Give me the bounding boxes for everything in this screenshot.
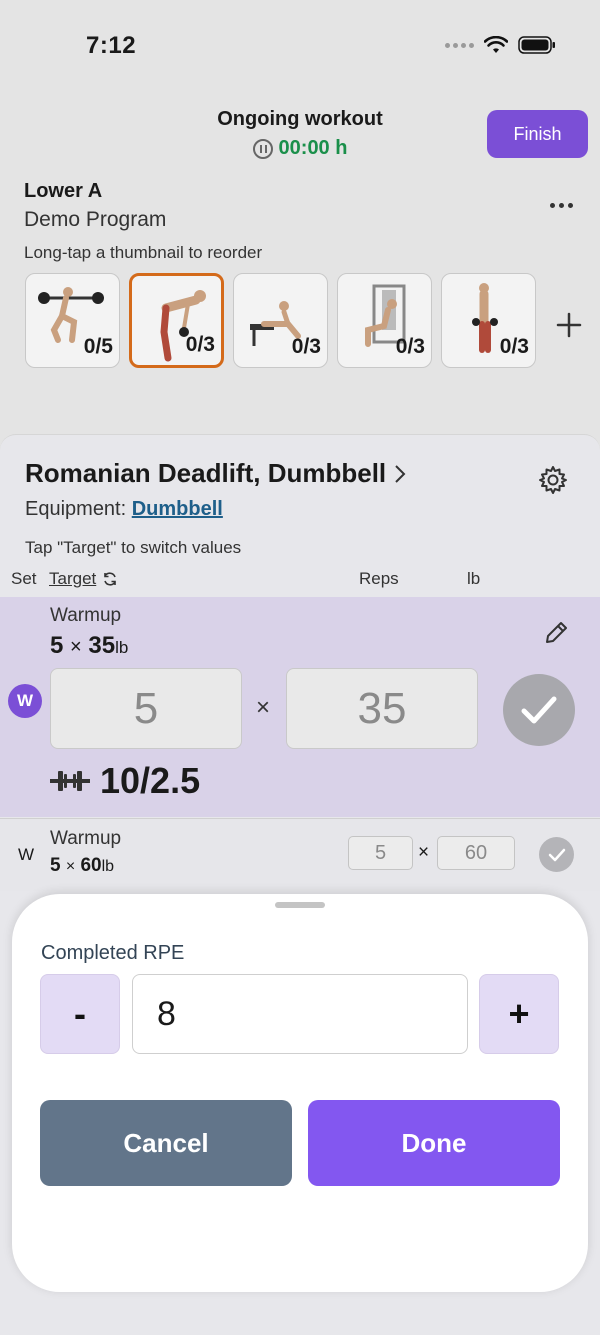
thumbnail-progress: 0/3 — [499, 335, 529, 358]
exercise-thumbnails: 0/5 0/3 0/3 0/3 0/3 — [25, 273, 536, 368]
more-options-icon[interactable] — [550, 203, 573, 208]
complete-set-button[interactable] — [503, 674, 575, 746]
times-sign: × — [418, 842, 430, 863]
exercise-thumbnail[interactable]: 0/3 — [337, 273, 432, 368]
target-hint: Tap "Target" to switch values — [25, 538, 242, 557]
plus-icon — [556, 312, 582, 338]
refresh-icon — [104, 572, 117, 586]
pencil-icon — [546, 622, 567, 643]
plates-value: 10/2.5 — [100, 760, 201, 801]
exercise-thumbnail-selected[interactable]: 0/3 — [129, 273, 224, 368]
rpe-increment-button[interactable]: + — [479, 974, 559, 1054]
equipment-line: Equipment: Dumbbell — [25, 498, 223, 521]
checkmark-icon — [548, 848, 565, 861]
timer-value: 00:00 h — [278, 137, 348, 159]
set-type-label[interactable]: W — [18, 845, 34, 865]
chevron-right-icon — [395, 464, 406, 483]
thumbnail-progress: 0/3 — [395, 335, 425, 358]
set-label: Warmup — [50, 605, 122, 626]
rpe-decrement-button[interactable]: - — [40, 974, 120, 1054]
rpe-input[interactable]: 8 — [132, 974, 468, 1054]
exercise-settings-button[interactable] — [538, 465, 568, 500]
dumbbell-icon — [50, 771, 90, 791]
exercise-title[interactable]: Romanian Deadlift, Dumbbell — [25, 458, 406, 489]
column-set: Set — [11, 569, 37, 588]
set-label: Warmup — [50, 828, 122, 849]
equipment-link[interactable]: Dumbbell — [132, 498, 223, 520]
done-button[interactable]: Done — [308, 1100, 560, 1186]
exercise-name: Romanian Deadlift, Dumbbell — [25, 458, 387, 488]
add-exercise-button[interactable] — [556, 312, 582, 346]
thumbnail-progress: 0/5 — [83, 335, 113, 358]
exercise-thumbnail[interactable]: 0/3 — [233, 273, 328, 368]
wifi-icon — [484, 36, 508, 53]
column-target: Target — [49, 569, 97, 588]
plate-calculator[interactable]: 10/2.5 — [50, 760, 200, 802]
exercise-thumbnail[interactable]: 0/5 — [25, 273, 120, 368]
edit-set-button[interactable] — [543, 620, 569, 651]
complete-set-button[interactable] — [539, 837, 574, 872]
set-type-badge[interactable]: W — [8, 684, 42, 718]
checkmark-icon — [521, 696, 557, 724]
column-weight: lb — [467, 569, 481, 588]
cellular-icon — [445, 42, 474, 48]
set-target: 5 × 60lb — [50, 855, 115, 876]
battery-icon — [518, 36, 555, 54]
reps-input[interactable]: 5 — [348, 836, 413, 870]
status-time: 7:12 — [86, 32, 137, 59]
program-name: Demo Program — [24, 208, 167, 231]
gear-icon — [539, 466, 567, 494]
weight-input[interactable]: 35 — [286, 668, 478, 749]
column-reps: Reps — [359, 569, 399, 588]
finish-button[interactable]: Finish — [487, 110, 588, 158]
thumbnail-progress: 0/3 — [291, 335, 321, 358]
equipment-label: Equipment: — [25, 498, 127, 520]
status-icons — [445, 36, 556, 54]
pause-icon[interactable] — [252, 138, 273, 159]
reorder-hint: Long-tap a thumbnail to reorder — [24, 243, 263, 262]
exercise-thumbnail[interactable]: 0/3 — [441, 273, 536, 368]
thumbnail-progress: 0/3 — [185, 333, 215, 356]
cancel-button[interactable]: Cancel — [40, 1100, 292, 1186]
sheet-grabber[interactable] — [275, 902, 325, 908]
target-toggle[interactable]: Target — [49, 569, 118, 589]
workout-name: Lower A — [24, 180, 103, 202]
rpe-label: Completed RPE — [41, 942, 185, 964]
weight-input[interactable]: 60 — [437, 836, 515, 870]
times-sign: × — [256, 694, 271, 721]
reps-input[interactable]: 5 — [50, 668, 242, 749]
set-target: 5 × 35lb — [50, 632, 129, 659]
